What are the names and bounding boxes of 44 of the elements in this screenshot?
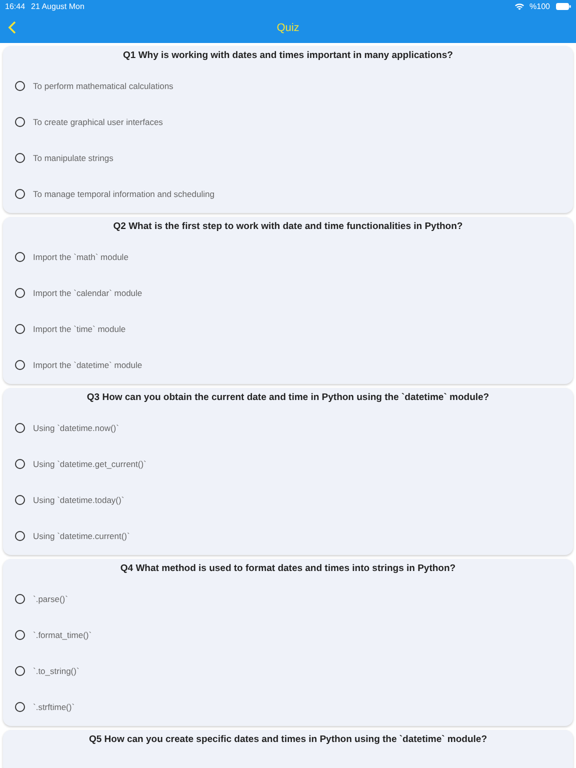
radio-button[interactable]	[15, 324, 25, 334]
radio-button[interactable]	[15, 360, 25, 370]
radio-button[interactable]	[15, 495, 25, 505]
question-text: Q4 What method is used to format dates and times into strings in Python?	[119, 562, 457, 576]
status-time: 16:44	[5, 2, 26, 10]
answer-option[interactable]: Import the `math` module	[3, 239, 573, 275]
answer-option[interactable]: `.parse()`	[3, 581, 573, 617]
radio-button[interactable]	[15, 81, 25, 91]
question-text: Q1 Why is working with dates and times important in many applications?	[122, 49, 454, 63]
answer-option[interactable]: `.format_time()`	[3, 617, 573, 653]
answer-option[interactable]: `.strftime()`	[3, 689, 573, 725]
radio-button[interactable]	[15, 153, 25, 163]
battery-icon	[556, 2, 571, 10]
answer-option[interactable]: Using `datetime.today()`	[3, 482, 573, 518]
radio-button[interactable]	[15, 666, 25, 676]
radio-button[interactable]	[15, 117, 25, 127]
radio-button[interactable]	[15, 594, 25, 604]
radio-button[interactable]	[15, 252, 25, 262]
answer-option[interactable]: Import the `time` module	[3, 311, 573, 347]
radio-button[interactable]	[15, 531, 25, 541]
answer-option[interactable]: `.to_string()`	[3, 653, 573, 689]
answer-option[interactable]: Import the `datetime` module	[3, 347, 573, 383]
radio-button[interactable]	[15, 189, 25, 199]
answer-option[interactable]: To create graphical user interfaces	[3, 104, 573, 140]
answer-option[interactable]: To manage temporal information and scheduling	[3, 176, 573, 212]
battery-percent: %100	[530, 2, 550, 10]
radio-button[interactable]	[15, 288, 25, 298]
answer-option[interactable]: To perform mathematical calculations	[3, 68, 573, 104]
status-date: 21 August Mon	[31, 2, 84, 10]
answer-option[interactable]: Using `datetime.current()`	[3, 518, 573, 554]
answer-option[interactable]: Using `datetime.get_current()`	[3, 446, 573, 482]
back-icon[interactable]	[8, 21, 16, 34]
header-title: Quiz	[276, 22, 300, 34]
question-text: Q3 How can you obtain the current date and time in Python using the `datetime` module?	[86, 391, 490, 405]
answer-option[interactable]: Using `datetime.now()`	[3, 410, 573, 446]
answer-option[interactable]: Import the `calendar` module	[3, 275, 573, 311]
radio-button[interactable]	[15, 702, 25, 712]
question-text: Q5 How can you create specific dates and times in Python using the `datetime` module?	[88, 733, 488, 747]
radio-button[interactable]	[15, 423, 25, 433]
radio-button[interactable]	[15, 459, 25, 469]
question-text: Q2 What is the first step to work with date and time functionalities in Python?	[112, 220, 464, 234]
answer-option[interactable]: To manipulate strings	[3, 140, 573, 176]
radio-button[interactable]	[15, 630, 25, 640]
wifi-icon	[514, 2, 524, 10]
